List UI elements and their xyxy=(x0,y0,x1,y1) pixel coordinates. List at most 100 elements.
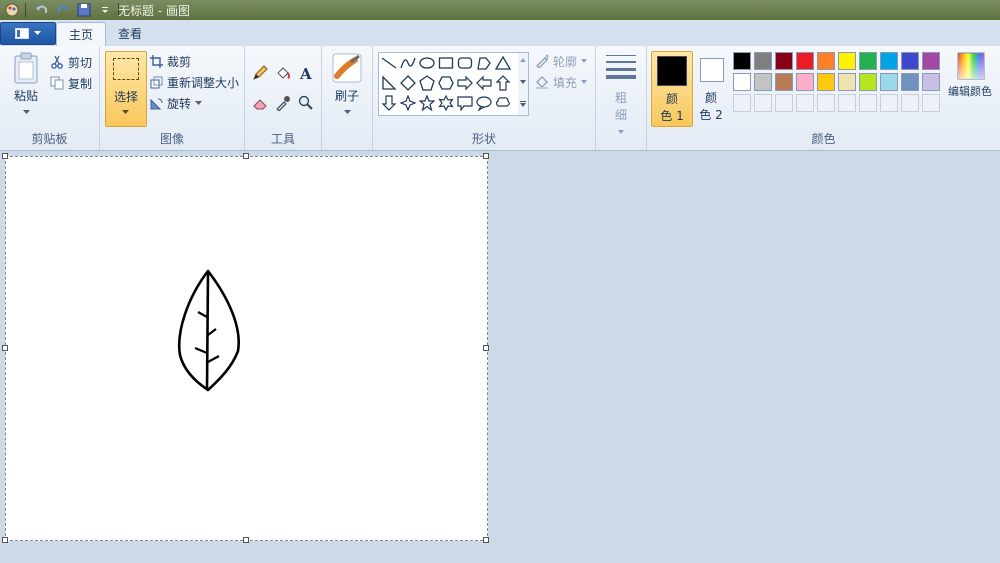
down-arrow-shape[interactable] xyxy=(380,94,398,112)
canvas-resize-handle[interactable] xyxy=(483,153,489,159)
line-icon xyxy=(381,57,397,69)
tab-view[interactable]: 查看 xyxy=(106,22,154,46)
outline-label: 轮廓 xyxy=(553,54,578,69)
drawing-canvas[interactable] xyxy=(5,156,488,541)
custom-color-slot[interactable] xyxy=(880,94,898,112)
custom-color-slot[interactable] xyxy=(817,94,835,112)
color-swatch[interactable] xyxy=(838,52,856,70)
color-swatch[interactable] xyxy=(796,52,814,70)
fill-tool[interactable] xyxy=(273,63,293,83)
right-triangle-shape[interactable] xyxy=(380,74,398,92)
eraser-tool[interactable] xyxy=(250,93,270,113)
color-swatch[interactable] xyxy=(775,73,793,91)
custom-color-slot[interactable] xyxy=(754,94,772,112)
paste-button[interactable]: 粘贴 xyxy=(8,52,44,118)
color-swatch[interactable] xyxy=(796,73,814,91)
brushes-button[interactable]: 刷子 xyxy=(328,52,366,118)
magnifier-tool[interactable] xyxy=(296,93,316,113)
custom-color-slot[interactable] xyxy=(922,94,940,112)
triangle-icon xyxy=(495,55,511,70)
canvas-resize-handle[interactable] xyxy=(243,537,249,543)
paint-app-icon[interactable] xyxy=(3,1,21,19)
six-point-star-shape[interactable] xyxy=(437,94,455,112)
cut-button[interactable]: 剪切 xyxy=(50,52,92,72)
custom-color-slot[interactable] xyxy=(901,94,919,112)
canvas-resize-handle[interactable] xyxy=(483,345,489,351)
diamond-shape[interactable] xyxy=(399,74,417,92)
canvas-resize-handle[interactable] xyxy=(483,537,489,543)
edit-colors-button[interactable]: 编辑颜色 xyxy=(945,52,997,99)
fill-button[interactable]: 填充 xyxy=(535,72,588,92)
size-button[interactable]: 粗 细 xyxy=(602,52,640,137)
curve-shape[interactable] xyxy=(399,54,417,72)
oval-callout-shape[interactable] xyxy=(475,94,493,112)
undo-icon[interactable] xyxy=(33,1,51,19)
rotate-button[interactable]: 旋转 xyxy=(150,93,203,113)
crop-button[interactable]: 裁剪 xyxy=(150,51,191,71)
canvas-resize-handle[interactable] xyxy=(2,345,8,351)
color2-button[interactable]: 颜 色 2 xyxy=(695,51,727,125)
copy-button[interactable]: 复制 xyxy=(50,73,92,93)
rect-callout-shape[interactable] xyxy=(456,94,474,112)
color-swatch[interactable] xyxy=(775,52,793,70)
colors-group: 颜 色 1 颜 色 2 编辑颜色 颜色 xyxy=(647,46,1000,150)
hexagon-shape[interactable] xyxy=(437,74,455,92)
rounded-rectangle-shape[interactable] xyxy=(456,54,474,72)
tab-home[interactable]: 主页 xyxy=(56,22,107,47)
polygon-shape[interactable] xyxy=(475,54,493,72)
text-tool[interactable]: A xyxy=(296,63,316,83)
redo-icon[interactable] xyxy=(54,1,72,19)
color-swatch[interactable] xyxy=(754,73,772,91)
select-button[interactable]: 选择 xyxy=(105,51,147,127)
four-point-star-shape[interactable] xyxy=(399,94,417,112)
right-arrow-shape[interactable] xyxy=(456,74,474,92)
custom-color-slot[interactable] xyxy=(796,94,814,112)
save-icon[interactable] xyxy=(75,1,93,19)
canvas-resize-handle[interactable] xyxy=(2,537,8,543)
custom-color-slot[interactable] xyxy=(838,94,856,112)
color-swatch[interactable] xyxy=(901,73,919,91)
rect-callout-icon xyxy=(457,96,473,111)
color-swatch[interactable] xyxy=(817,73,835,91)
oval-shape[interactable] xyxy=(418,54,436,72)
color-swatch[interactable] xyxy=(880,52,898,70)
canvas-resize-handle[interactable] xyxy=(2,153,8,159)
image-group: 选择 裁剪 重新调整大小 旋转 图像 xyxy=(100,46,245,150)
brushes-label: 刷子 xyxy=(334,89,359,103)
canvas-resize-handle[interactable] xyxy=(243,153,249,159)
custom-color-slot[interactable] xyxy=(775,94,793,112)
five-point-star-shape[interactable] xyxy=(418,94,436,112)
cloud-callout-shape[interactable] xyxy=(494,94,512,112)
triangle-shape[interactable] xyxy=(494,54,512,72)
color-swatch[interactable] xyxy=(859,73,877,91)
custom-color-slot[interactable] xyxy=(859,94,877,112)
color-swatch[interactable] xyxy=(922,52,940,70)
shapes-gallery-scroll[interactable] xyxy=(518,52,529,116)
color-swatch[interactable] xyxy=(901,52,919,70)
color-swatch[interactable] xyxy=(838,73,856,91)
color1-button[interactable]: 颜 色 1 xyxy=(651,51,693,127)
left-arrow-icon xyxy=(476,75,492,91)
outline-button[interactable]: 轮廓 xyxy=(535,51,588,71)
color-swatch[interactable] xyxy=(733,52,751,70)
color-swatch[interactable] xyxy=(733,73,751,91)
line-shape[interactable] xyxy=(380,54,398,72)
color-swatch[interactable] xyxy=(922,73,940,91)
color-picker-tool[interactable] xyxy=(273,93,293,113)
custom-color-slot[interactable] xyxy=(733,94,751,112)
paint-menu-button[interactable] xyxy=(0,22,56,45)
rectangle-shape[interactable] xyxy=(437,54,455,72)
pencil-tool[interactable] xyxy=(250,63,270,83)
customize-qat-icon[interactable] xyxy=(96,1,114,19)
oval-callout-icon xyxy=(476,96,492,111)
color-swatch[interactable] xyxy=(859,52,877,70)
resize-button[interactable]: 重新调整大小 xyxy=(150,72,239,92)
color-swatch[interactable] xyxy=(817,52,835,70)
color-swatch[interactable] xyxy=(880,73,898,91)
copy-icon xyxy=(50,76,64,90)
up-arrow-shape[interactable] xyxy=(494,74,512,92)
pentagon-shape[interactable] xyxy=(418,74,436,92)
rectangle-icon xyxy=(438,57,454,69)
left-arrow-shape[interactable] xyxy=(475,74,493,92)
color-swatch[interactable] xyxy=(754,52,772,70)
